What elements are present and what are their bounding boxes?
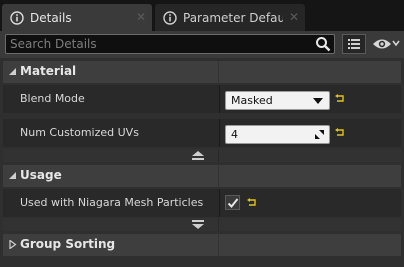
category-label: Usage <box>20 168 62 182</box>
category-material[interactable]: Material <box>3 61 401 83</box>
close-icon[interactable]: ✕ <box>136 10 146 24</box>
list-icon <box>348 39 360 49</box>
field-value: 4 <box>231 128 238 141</box>
category-usage[interactable]: Usage <box>3 165 401 187</box>
column-divider[interactable] <box>219 189 220 217</box>
view-options-button[interactable] <box>342 34 366 54</box>
column-divider <box>218 234 219 256</box>
column-divider <box>218 218 219 231</box>
tab-details-label: Details <box>30 10 72 25</box>
column-divider[interactable] <box>219 85 220 113</box>
advanced-collapse-bar[interactable] <box>3 149 401 162</box>
column-divider[interactable] <box>219 119 220 147</box>
collapse-arrow-icon <box>9 172 16 179</box>
search-icon[interactable] <box>315 36 331 52</box>
eye-icon[interactable] <box>372 37 392 51</box>
num-customized-uvs-field[interactable]: 4 <box>225 125 330 144</box>
niagara-mesh-particles-checkbox[interactable] <box>225 195 240 210</box>
tab-bar: Details ✕ Parameter Defaults ✕ <box>0 0 404 31</box>
reset-to-default-icon[interactable] <box>335 128 345 137</box>
search-row <box>0 31 404 58</box>
column-divider <box>218 61 219 83</box>
chevron-up-icon <box>192 151 204 160</box>
chevron-down-icon <box>313 98 323 104</box>
property-label: Blend Mode <box>20 92 85 105</box>
info-icon <box>163 10 177 25</box>
property-row-niagara-mesh-particles: Used with Niagara Mesh Particles <box>3 189 401 217</box>
advanced-expand-bar[interactable] <box>3 218 401 231</box>
reset-to-default-icon[interactable] <box>335 94 345 103</box>
category-label: Material <box>20 64 77 78</box>
info-icon <box>10 10 24 25</box>
property-row-blend-mode: Blend Mode Masked <box>3 85 401 113</box>
chevron-down-icon <box>192 220 204 229</box>
tab-parameter-defaults[interactable]: Parameter Defaults ✕ <box>155 4 305 31</box>
collapse-arrow-icon <box>9 68 16 75</box>
expand-arrow-icon <box>9 240 17 249</box>
blend-mode-dropdown[interactable]: Masked <box>225 91 330 110</box>
dropdown-value: Masked <box>231 94 273 107</box>
category-group-sorting[interactable]: Group Sorting <box>3 234 401 256</box>
checkmark-icon <box>227 198 239 208</box>
search-input[interactable] <box>10 35 310 53</box>
tab-details[interactable]: Details ✕ <box>2 4 152 31</box>
search-box <box>5 34 335 54</box>
property-row-num-customized-uvs: Num Customized UVs 4 <box>3 119 401 147</box>
reset-to-default-icon[interactable] <box>247 198 257 207</box>
column-divider <box>218 165 219 187</box>
column-divider <box>218 149 219 162</box>
category-label: Group Sorting <box>20 237 116 251</box>
chevron-down-icon[interactable] <box>392 39 400 47</box>
property-label: Num Customized UVs <box>20 126 139 139</box>
tab-parameter-defaults-label: Parameter Defaults <box>183 10 283 25</box>
property-label: Used with Niagara Mesh Particles <box>20 196 204 209</box>
spin-arrows-icon[interactable] <box>314 129 325 140</box>
details-panel: Material Blend Mode Masked Num Customize… <box>0 31 404 267</box>
close-icon[interactable]: ✕ <box>289 10 299 24</box>
